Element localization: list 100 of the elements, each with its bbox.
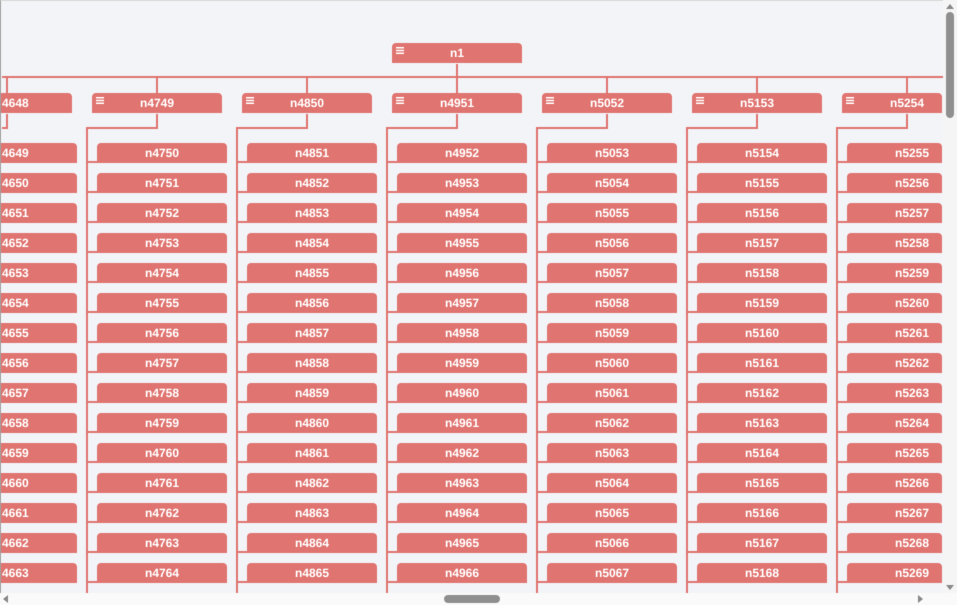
node: n5063 — [547, 443, 677, 463]
node: n5166 — [697, 503, 827, 523]
node: n5059 — [547, 323, 677, 343]
node: n4853 — [247, 203, 377, 223]
node: n5161 — [697, 353, 827, 373]
node: 4651 — [1, 203, 77, 223]
node: n4858 — [247, 353, 377, 373]
node: 4655 — [1, 323, 77, 343]
node: n4861 — [247, 443, 377, 463]
node: n5159 — [697, 293, 827, 313]
node: n5258 — [847, 233, 942, 253]
node: n5054 — [547, 173, 677, 193]
node: n4952 — [397, 143, 527, 163]
scroll-right-icon[interactable] — [918, 595, 923, 603]
node: 4649 — [1, 143, 77, 163]
node-label: n4850 — [290, 95, 324, 112]
menu-icon[interactable] — [96, 97, 104, 104]
node: n5269 — [847, 563, 942, 583]
scroll-down-icon[interactable] — [946, 585, 954, 590]
node: n4958 — [397, 323, 527, 343]
vertical-scrollbar[interactable] — [943, 0, 957, 593]
scrollbar-thumb[interactable] — [444, 595, 500, 603]
node: n5067 — [547, 563, 677, 583]
node: n5061 — [547, 383, 677, 403]
node: n4953 — [397, 173, 527, 193]
node: n4965 — [397, 533, 527, 553]
node: n5065 — [547, 503, 677, 523]
scrollbar-thumb[interactable] — [946, 12, 954, 118]
node: n5163 — [697, 413, 827, 433]
node: n5259 — [847, 263, 942, 283]
node: 4662 — [1, 533, 77, 553]
node: n5060 — [547, 353, 677, 373]
node: 4652 — [1, 233, 77, 253]
node: n4963 — [397, 473, 527, 493]
node: 4661 — [1, 503, 77, 523]
menu-icon[interactable] — [246, 97, 254, 104]
node: 4654 — [1, 293, 77, 313]
node: n4753 — [97, 233, 227, 253]
node: 4660 — [1, 473, 77, 493]
node: n5260 — [847, 293, 942, 313]
node: n5154 — [697, 143, 827, 163]
node: 4663 — [1, 563, 77, 583]
node: n5162 — [697, 383, 827, 403]
node: n4856 — [247, 293, 377, 313]
node: n5255 — [847, 143, 942, 163]
node: n4966 — [397, 563, 527, 583]
node-label: n5052 — [590, 95, 624, 112]
node: n4751 — [97, 173, 227, 193]
node: n4763 — [97, 533, 227, 553]
node: n5267 — [847, 503, 942, 523]
node: n5160 — [697, 323, 827, 343]
node: n4761 — [97, 473, 227, 493]
node: n4864 — [247, 533, 377, 553]
node: n5056 — [547, 233, 677, 253]
node-label: n4749 — [140, 95, 174, 112]
node: n5157 — [697, 233, 827, 253]
node: n4757 — [97, 353, 227, 373]
connector-line — [2, 114, 8, 129]
node: n4852 — [247, 173, 377, 193]
node: n5256 — [847, 173, 942, 193]
node: n4964 — [397, 503, 527, 523]
node: n4954 — [397, 203, 527, 223]
node: 4658 — [1, 413, 77, 433]
node: 4659 — [1, 443, 77, 463]
menu-icon[interactable] — [546, 97, 554, 104]
node: n5268 — [847, 533, 942, 553]
node: n5262 — [847, 353, 942, 373]
node: n4857 — [247, 323, 377, 343]
node: n4755 — [97, 293, 227, 313]
node-label: n5153 — [740, 95, 774, 112]
node: n4750 — [97, 143, 227, 163]
node: n4865 — [247, 563, 377, 583]
node-label: n1 — [450, 45, 464, 62]
menu-icon[interactable] — [696, 97, 704, 104]
node: n5055 — [547, 203, 677, 223]
node: n4860 — [247, 413, 377, 433]
node: n4764 — [97, 563, 227, 583]
menu-icon[interactable] — [396, 47, 404, 54]
node: n5156 — [697, 203, 827, 223]
node: n5266 — [847, 473, 942, 493]
node: n5062 — [547, 413, 677, 433]
node: n4855 — [247, 263, 377, 283]
node: n5257 — [847, 203, 942, 223]
node: n5264 — [847, 413, 942, 433]
scroll-up-icon[interactable] — [946, 4, 954, 9]
node: n4754 — [97, 263, 227, 283]
node: n4760 — [97, 443, 227, 463]
node: n4758 — [97, 383, 227, 403]
node: n4955 — [397, 233, 527, 253]
node: n5164 — [697, 443, 827, 463]
node: n5053 — [547, 143, 677, 163]
node: n4962 — [397, 443, 527, 463]
node: n4961 — [397, 413, 527, 433]
node: n4960 — [397, 383, 527, 403]
node: n4956 — [397, 263, 527, 283]
scroll-left-icon[interactable] — [3, 595, 8, 603]
node: n4859 — [247, 383, 377, 403]
menu-icon[interactable] — [846, 97, 854, 104]
menu-icon[interactable] — [396, 97, 404, 104]
node: n5057 — [547, 263, 677, 283]
